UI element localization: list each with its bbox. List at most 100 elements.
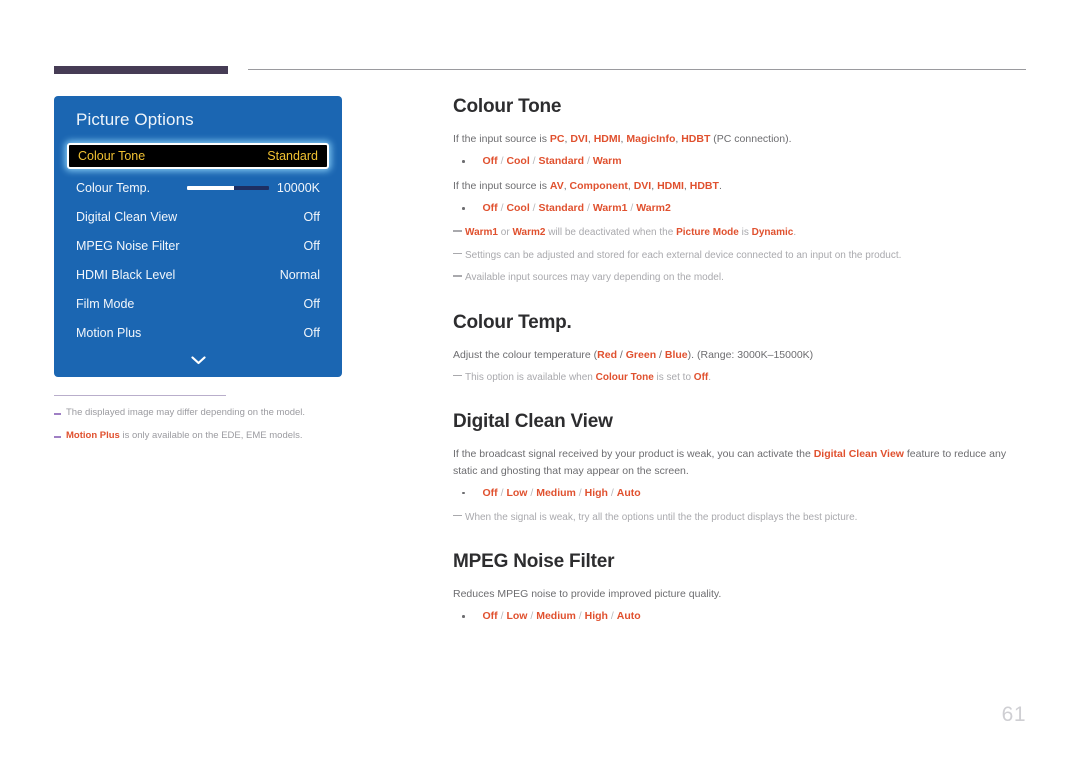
page-number: 61 <box>1001 703 1026 726</box>
chevron-down-icon[interactable] <box>54 347 342 377</box>
osd-row-value-area: Off <box>134 297 320 311</box>
osd-row-digital-clean-view[interactable]: Digital Clean View Off <box>67 202 329 231</box>
option-value: Auto <box>616 486 641 499</box>
option-value: Off <box>482 202 498 215</box>
section-note: Settings can be adjusted and stored for … <box>453 248 1028 264</box>
section-note-text: Available input sources may vary dependi… <box>465 272 724 284</box>
osd-row-label: Digital Clean View <box>76 209 178 224</box>
bullet-dot-icon <box>462 491 465 495</box>
section-mpeg-noise-filter: MPEG Noise Filter Reduces MPEG noise to p… <box>453 551 1028 625</box>
osd-row-film-mode[interactable]: Film Mode Off <box>67 289 329 318</box>
section-note: Warm1 or Warm2 will be deactivated when … <box>453 225 1028 241</box>
option-value: Off <box>482 486 498 499</box>
osd-row-label: MPEG Noise Filter <box>76 238 180 253</box>
left-note-text: The displayed image may differ depending… <box>66 407 306 418</box>
option-values-list: Off / Low / Medium / High / Auto <box>482 486 641 499</box>
note-dash-marker <box>453 230 462 232</box>
option-value: High <box>584 610 608 623</box>
bullet-dot-icon <box>462 160 465 163</box>
note-dash-marker <box>54 436 61 438</box>
note-dash-marker <box>453 275 462 277</box>
osd-row-colour-temp[interactable]: Colour Temp. 10000K <box>67 173 329 202</box>
osd-row-value-area: 10000K <box>150 181 320 195</box>
option-value: Standard <box>538 202 585 215</box>
section-heading: Colour Temp. <box>453 311 572 333</box>
osd-row-label: HDMI Black Level <box>76 267 176 282</box>
option-value: Standard <box>538 155 585 168</box>
section-heading: Digital Clean View <box>453 411 613 433</box>
section-paragraph: If the broadcast signal received by your… <box>453 448 1007 477</box>
section-note-text: This option is available when Colour Ton… <box>465 371 712 383</box>
left-column: Picture Options Colour Tone Standard Colou… <box>54 96 344 453</box>
left-notes-list: The displayed image may differ depending… <box>54 406 344 444</box>
slider-fill <box>186 185 235 190</box>
option-value: Warm <box>592 155 622 168</box>
osd-row-colour-tone[interactable]: Colour Tone Standard <box>67 143 329 169</box>
osd-menu-list: Colour Tone Standard Colour Temp. 10000K Dig… <box>54 143 342 347</box>
osd-row-value-area: Off <box>141 326 320 340</box>
osd-row-value-area: Standard <box>145 149 318 163</box>
section-colour-temp: Colour Temp. Adjust the colour temperatur… <box>453 312 1028 386</box>
section-paragraph: If the input source is PC, DVI, HDMI, Ma… <box>453 133 792 145</box>
option-value: Auto <box>616 610 641 623</box>
note-highlight-term: Motion Plus <box>66 430 120 442</box>
note-dash-marker <box>54 413 61 415</box>
option-value: Low <box>506 486 528 499</box>
section-paragraph: If the input source is AV, Component, DV… <box>453 180 722 193</box>
header-divider-line <box>248 69 1026 70</box>
osd-row-value: Off <box>303 209 320 224</box>
osd-row-motion-plus[interactable]: Motion Plus Off <box>67 318 329 347</box>
page-header-rules <box>0 0 1080 90</box>
option-value: Warm2 <box>636 202 671 215</box>
header-accent-bar <box>54 66 228 74</box>
option-value: Off <box>482 610 498 623</box>
colour-temp-slider[interactable] <box>186 185 269 190</box>
osd-row-value: Off <box>303 296 320 311</box>
option-value: Medium <box>536 486 576 499</box>
section-note-text: Settings can be adjusted and stored for … <box>465 249 902 261</box>
right-column-content: Colour Tone If the input source is PC, DV… <box>453 96 1028 633</box>
section-heading: MPEG Noise Filter <box>453 551 615 573</box>
note-dash-marker <box>453 514 462 517</box>
note-dash-marker <box>453 252 462 255</box>
option-values-list: Off / Low / Medium / High / Auto <box>482 610 641 623</box>
osd-row-value: Normal <box>279 267 320 282</box>
option-bullet-item: Off / Cool / Standard / Warm1 / Warm2 <box>453 201 1028 217</box>
osd-row-label: Motion Plus <box>76 325 142 340</box>
option-value: Cool <box>506 155 530 168</box>
option-value: High <box>584 486 608 499</box>
osd-row-value: Standard <box>267 149 318 163</box>
section-note: When the signal is weak, try all the opt… <box>453 510 1028 526</box>
osd-row-value-area: Normal <box>175 268 320 282</box>
osd-row-hdmi-black-level[interactable]: HDMI Black Level Normal <box>67 260 329 289</box>
option-value: Warm1 <box>592 202 628 215</box>
section-digital-clean-view: Digital Clean View If the broadcast signa… <box>453 411 1028 525</box>
section-note-text: When the signal is weak, try all the opt… <box>465 511 858 523</box>
option-bullet-item: Off / Cool / Standard / Warm <box>453 154 1028 170</box>
option-bullet-item: Off / Low / Medium / High / Auto <box>453 609 1028 625</box>
osd-row-value-area: Off <box>180 238 320 253</box>
section-note: This option is available when Colour Ton… <box>453 370 1028 386</box>
option-value: Off <box>482 155 498 168</box>
osd-row-value: 10000K <box>276 180 320 195</box>
bullet-dot-icon <box>462 615 465 618</box>
osd-row-mpeg-noise-filter[interactable]: MPEG Noise Filter Off <box>67 231 329 260</box>
note-dash-marker <box>453 374 462 377</box>
option-value: Medium <box>536 610 576 623</box>
bullet-dot-icon <box>462 207 465 210</box>
left-note-text: Motion Plus is only available on the EDE… <box>66 430 303 442</box>
section-colour-tone: Colour Tone If the input source is PC, DV… <box>453 96 1028 286</box>
option-value: Cool <box>506 202 530 215</box>
osd-row-label: Film Mode <box>76 296 135 311</box>
section-heading: Colour Tone <box>453 96 562 117</box>
osd-row-value: Off <box>303 238 320 253</box>
option-value: Low <box>506 610 528 623</box>
section-note-text: Warm1 or Warm2 will be deactivated when … <box>465 227 797 239</box>
left-note-item: The displayed image may differ depending… <box>54 406 344 420</box>
left-note-item: Motion Plus is only available on the EDE… <box>54 429 344 443</box>
osd-panel-title: Picture Options <box>76 110 194 129</box>
section-paragraph: Reduces MPEG noise to provide improved p… <box>453 588 722 601</box>
section-note: Available input sources may vary dependi… <box>453 270 1028 286</box>
option-bullet-item: Off / Low / Medium / High / Auto <box>453 486 1028 502</box>
picture-options-osd-panel: Picture Options Colour Tone Standard Colou… <box>54 96 342 377</box>
